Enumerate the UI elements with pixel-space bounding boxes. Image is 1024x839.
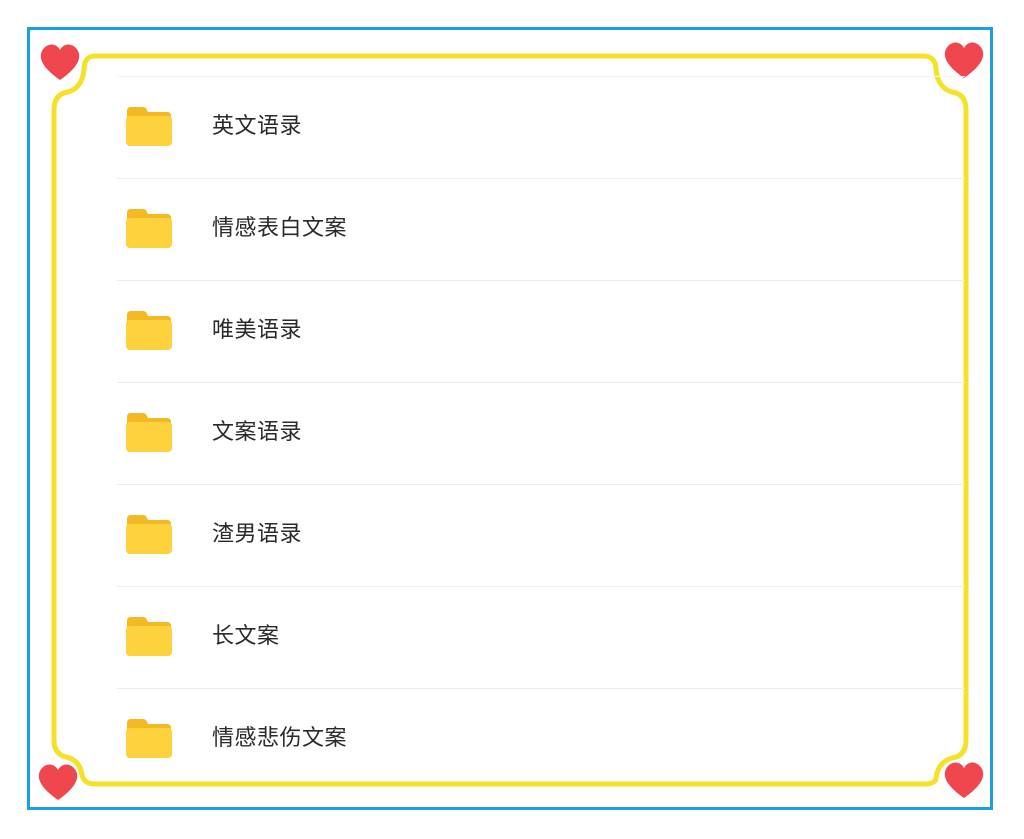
folder-label: 文案语录 xyxy=(212,420,303,445)
list-item[interactable]: 情感悲伤文案 xyxy=(117,688,965,790)
folder-label: 情感悲伤文案 xyxy=(212,726,348,751)
folder-label: 英文语录 xyxy=(212,114,303,139)
list-item[interactable]: 长文案 xyxy=(117,586,965,688)
folder-icon xyxy=(125,615,173,657)
list-item[interactable]: 渣男语录 xyxy=(117,484,965,586)
folder-icon xyxy=(125,207,173,249)
folder-icon xyxy=(125,411,173,453)
list-item[interactable]: 文案语录 xyxy=(117,382,965,484)
folder-icon xyxy=(125,513,173,555)
list-item[interactable]: 唯美语录 xyxy=(117,280,965,382)
folder-icon xyxy=(125,105,173,147)
folder-label: 情感表白文案 xyxy=(212,216,348,241)
folder-label: 渣男语录 xyxy=(212,522,303,547)
list-item[interactable]: 英文语录 xyxy=(117,76,965,178)
list-item[interactable]: 情感表白文案 xyxy=(117,178,965,280)
folder-label: 唯美语录 xyxy=(212,318,303,343)
folder-label: 长文案 xyxy=(212,624,280,649)
folder-icon xyxy=(125,309,173,351)
folder-list: 英文语录 情感表白文案 唯美语录 文案语录 渣男语录 长文案 情感悲伤文案 xyxy=(117,76,965,788)
folder-icon xyxy=(125,717,173,759)
